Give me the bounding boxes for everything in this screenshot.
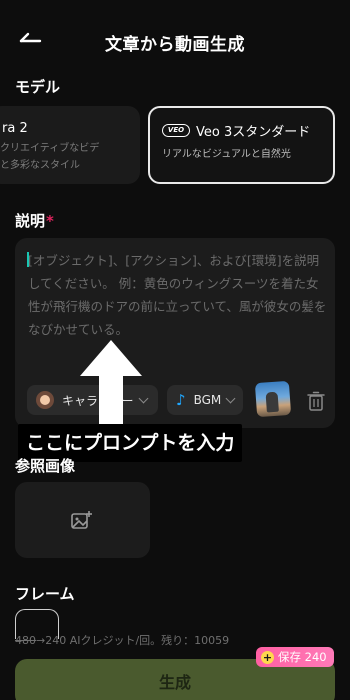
save-badge-text: 保存 240: [278, 650, 327, 664]
credit-old-price: 480: [15, 634, 36, 647]
header: 文章から動画生成: [0, 0, 350, 80]
add-image-icon: [71, 511, 92, 529]
reference-label: 参照画像: [15, 457, 76, 475]
save-badge: + 保存 240: [256, 647, 334, 667]
reference-image-upload[interactable]: [15, 482, 150, 558]
description-label-text: 説明: [15, 212, 46, 230]
veo-logo-icon: VEO: [162, 124, 190, 137]
page-title: 文章から動画生成: [105, 35, 245, 55]
required-mark: *: [46, 212, 54, 230]
up-arrow-icon: [80, 340, 142, 428]
model-desc: リアルなビジュアルと自然光: [162, 149, 291, 160]
description-label: 説明*: [15, 210, 54, 231]
model-card-veo3-standard[interactable]: VEO Veo 3スタンダード リアルなビジュアルと自然光: [148, 106, 335, 184]
music-note-icon: ♪: [176, 391, 186, 409]
trash-icon[interactable]: [307, 391, 325, 411]
model-desc-line1: クリエイティブなビデ: [0, 143, 100, 154]
model-card-sora2[interactable]: ra 2 クリエイティブなビデ と多彩なスタイル: [0, 106, 140, 184]
credit-info: 480→240 AIクレジット/回。残り：10059: [15, 632, 229, 648]
model-name: ra 2: [2, 121, 28, 136]
description-placeholder: [オブジェクト]、[アクション]、および[環境]を説明してください。 例：黄色の…: [28, 253, 327, 337]
chevron-down-icon: [225, 393, 236, 403]
model-section-label: モデル: [15, 78, 61, 96]
model-name: Veo 3スタンダード: [196, 125, 311, 140]
frame-label: フレーム: [15, 585, 75, 603]
bgm-label: BGM: [193, 393, 222, 407]
plus-icon: +: [261, 650, 274, 664]
reference-thumbnail[interactable]: [254, 380, 292, 418]
bgm-select[interactable]: ♪ BGM: [167, 385, 243, 415]
credit-text: →240 AIクレジット/回。残り：10059: [36, 634, 230, 647]
character-avatar-icon: [36, 391, 54, 409]
model-desc-line2: と多彩なスタイル: [0, 160, 80, 171]
